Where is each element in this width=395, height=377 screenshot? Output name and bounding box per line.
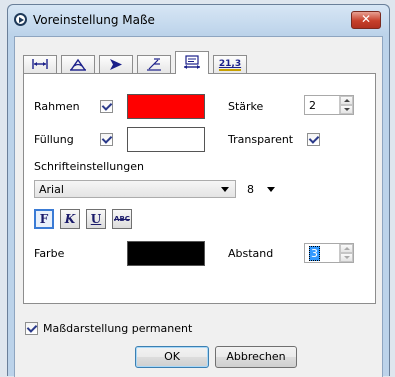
tab-horizontal-dimension[interactable] [23, 55, 57, 73]
format-toolbar: F K U ABC [34, 209, 154, 229]
angle-dimension-icon [70, 58, 86, 71]
horizontal-dimension-icon [32, 59, 48, 69]
underline-button[interactable]: U [86, 209, 106, 229]
title-bar[interactable]: Voreinstellung Maße ✕ [8, 5, 389, 35]
abstand-down-button[interactable] [340, 253, 353, 262]
fuellung-label: Füllung [34, 133, 74, 146]
dialog-window: Voreinstellung Maße ✕ 21,3 Rahmen Stärke… [7, 4, 390, 377]
staerke-label: Stärke [228, 100, 264, 113]
close-button[interactable]: ✕ [351, 11, 381, 29]
fuellung-checkbox[interactable] [100, 133, 113, 146]
italic-button[interactable]: K [60, 209, 80, 229]
abstand-label: Abstand [228, 247, 274, 260]
app-icon [14, 13, 27, 26]
font-size-value: 8 [247, 183, 254, 196]
font-size-dropdown[interactable]: 8 [242, 180, 282, 198]
abstand-value-wrap[interactable]: 3 [309, 246, 320, 261]
tab-arrow-style[interactable] [99, 55, 133, 73]
strikethrough-button[interactable]: ABC [112, 209, 132, 229]
ok-button[interactable]: OK [135, 346, 209, 368]
dimension-line-icon [147, 58, 161, 71]
dialog-client-area: 21,3 Rahmen Stärke 2 Füllung Transparent [14, 36, 383, 377]
abstand-up-button[interactable] [340, 244, 353, 253]
abstand-spinner[interactable]: 3 [304, 243, 354, 263]
rahmen-checkbox[interactable] [100, 100, 113, 113]
rahmen-label: Rahmen [34, 100, 80, 113]
staerke-down-button[interactable] [340, 105, 353, 114]
staerke-value[interactable]: 2 [309, 99, 316, 112]
number-format-icon: 21,3 [218, 59, 242, 71]
tab-angle-dimension[interactable] [61, 55, 95, 73]
arrow-style-icon [110, 59, 122, 70]
settings-panel: Rahmen Stärke 2 Füllung Transparent Schr… [23, 73, 376, 304]
schrift-section-label: Schrifteinstellungen [34, 160, 144, 173]
transparent-checkbox[interactable] [307, 133, 320, 146]
permanent-checkbox[interactable] [25, 322, 38, 335]
tab-text-dimension[interactable] [175, 51, 209, 74]
text-dimension-icon [184, 55, 200, 69]
chevron-down-icon [267, 187, 275, 192]
transparent-label: Transparent [228, 133, 294, 146]
font-value: Arial [39, 183, 64, 196]
permanent-label: Maßdarstellung permanent [43, 322, 193, 335]
staerke-spinner[interactable]: 2 [304, 95, 354, 115]
staerke-up-button[interactable] [340, 96, 353, 105]
cancel-button[interactable]: Abbrechen [215, 346, 297, 368]
staerke-arrows [339, 96, 353, 114]
tab-number-format[interactable]: 21,3 [213, 55, 247, 73]
chevron-down-icon [221, 187, 229, 192]
farbe-label: Farbe [34, 247, 65, 260]
font-dropdown[interactable]: Arial [34, 180, 236, 198]
fuellung-color-swatch[interactable] [127, 127, 205, 152]
window-title: Voreinstellung Maße [33, 13, 155, 27]
abstand-value[interactable]: 3 [309, 246, 320, 261]
bold-button[interactable]: F [34, 209, 54, 229]
farbe-color-swatch[interactable] [127, 241, 205, 266]
rahmen-color-swatch[interactable] [127, 94, 205, 119]
abstand-arrows [339, 244, 353, 262]
tab-dimension-line[interactable] [137, 55, 171, 73]
